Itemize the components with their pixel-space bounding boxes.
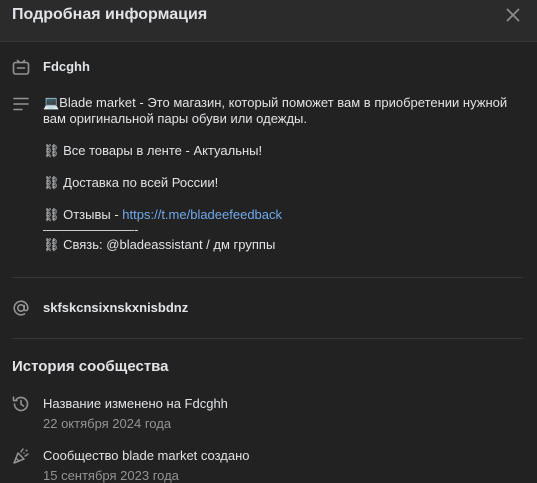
community-description: 💻Blade market - Это магазин, который пом… (43, 95, 523, 253)
divider (12, 338, 523, 339)
modal-title: Подробная информация (12, 6, 208, 23)
description-line: ⛓ Доставка по всей России! (43, 175, 219, 190)
at-icon (11, 298, 31, 318)
reviews-link[interactable]: https://t.me/bladeefeedback (122, 207, 282, 222)
community-name-icon (11, 58, 31, 78)
history-item-title: Сообщество blade market создано (43, 448, 250, 463)
close-button[interactable] (501, 3, 525, 27)
description-icon (11, 94, 31, 114)
description-line: 💻Blade market - Это магазин, который пом… (43, 95, 508, 110)
modal-header: Подробная информация (0, 0, 537, 42)
party-popper-icon (11, 446, 31, 466)
description-separator: ———————- (43, 222, 139, 237)
reviews-label: ⛓ Отзывы - (43, 207, 123, 222)
divider (12, 277, 523, 278)
history-item-title: Название изменено на Fdcghh (43, 396, 228, 411)
close-icon (506, 8, 520, 22)
description-line-reviews: ⛓ Отзывы - https://t.me/bladeefeedback (43, 207, 523, 223)
history-item-date: 22 октября 2024 года (43, 416, 172, 431)
history-section-title: История сообщества (12, 358, 169, 375)
history-item-date: 15 сентября 2023 года (43, 468, 179, 483)
history-icon (11, 394, 31, 414)
community-address: skfskcnsixnskxnisbdnz (43, 300, 189, 315)
description-line: вам оригинальной пары обуви или одежды. (43, 111, 308, 126)
community-name: Fdcghh (43, 59, 90, 74)
description-line: ⛓ Связь: @bladeassistant / дм группы (43, 237, 276, 252)
description-line: ⛓ Все товары в ленте - Актуальны! (43, 143, 263, 158)
